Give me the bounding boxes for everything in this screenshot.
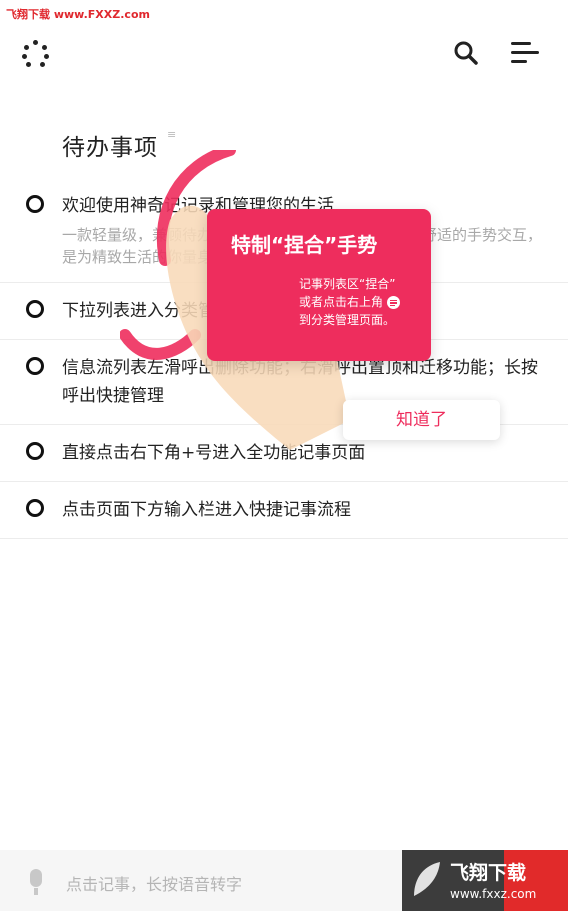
top-bar [0, 30, 568, 80]
todo-checkbox[interactable] [26, 442, 44, 460]
watermark-text: 飞翔下载 www.FXXZ.com [6, 8, 150, 21]
page-title: 待办事项 [62, 135, 158, 161]
category-list-icon[interactable] [511, 42, 541, 64]
todo-checkbox[interactable] [26, 357, 44, 375]
list-badge-icon [387, 296, 401, 309]
todo-checkbox[interactable] [26, 499, 44, 517]
quick-note-placeholder[interactable]: 点击记事，长按语音转字 [66, 871, 242, 895]
watermark-logo-text: 飞翔下载 [450, 862, 527, 884]
gesture-hint-card: 特制“捏合”手势 记事列表区“捏合” 或者点击右上角 到分类管理页面。 [207, 209, 431, 361]
dots-menu-icon[interactable] [22, 40, 50, 68]
title-mark: ≡ [167, 128, 177, 141]
hint-title: 特制“捏合”手势 [231, 233, 378, 257]
todo-item[interactable]: 点击页面下方输入栏进入快捷记事流程 [0, 482, 568, 539]
watermark-logo-url: www.fxxz.com [450, 887, 537, 901]
todo-checkbox[interactable] [26, 300, 44, 318]
hint-line-1: 记事列表区“捏合” [299, 277, 396, 291]
feather-logo-icon [414, 862, 440, 896]
got-it-button[interactable]: 知道了 [343, 400, 500, 440]
microphone-icon[interactable] [26, 869, 46, 895]
todo-text: 点击页面下方输入栏进入快捷记事流程 [62, 500, 351, 520]
watermark-logo: 飞翔下载 www.fxxz.com [402, 850, 568, 911]
hint-line-2: 或者点击右上角 [299, 295, 384, 309]
todo-checkbox[interactable] [26, 195, 44, 213]
todo-text: 直接点击右下角+号进入全功能记事页面 [62, 443, 366, 463]
hint-line-2-wrapper: 或者点击右上角 [299, 293, 401, 310]
search-icon[interactable] [453, 40, 479, 66]
hint-line-3: 到分类管理页面。 [299, 313, 396, 327]
